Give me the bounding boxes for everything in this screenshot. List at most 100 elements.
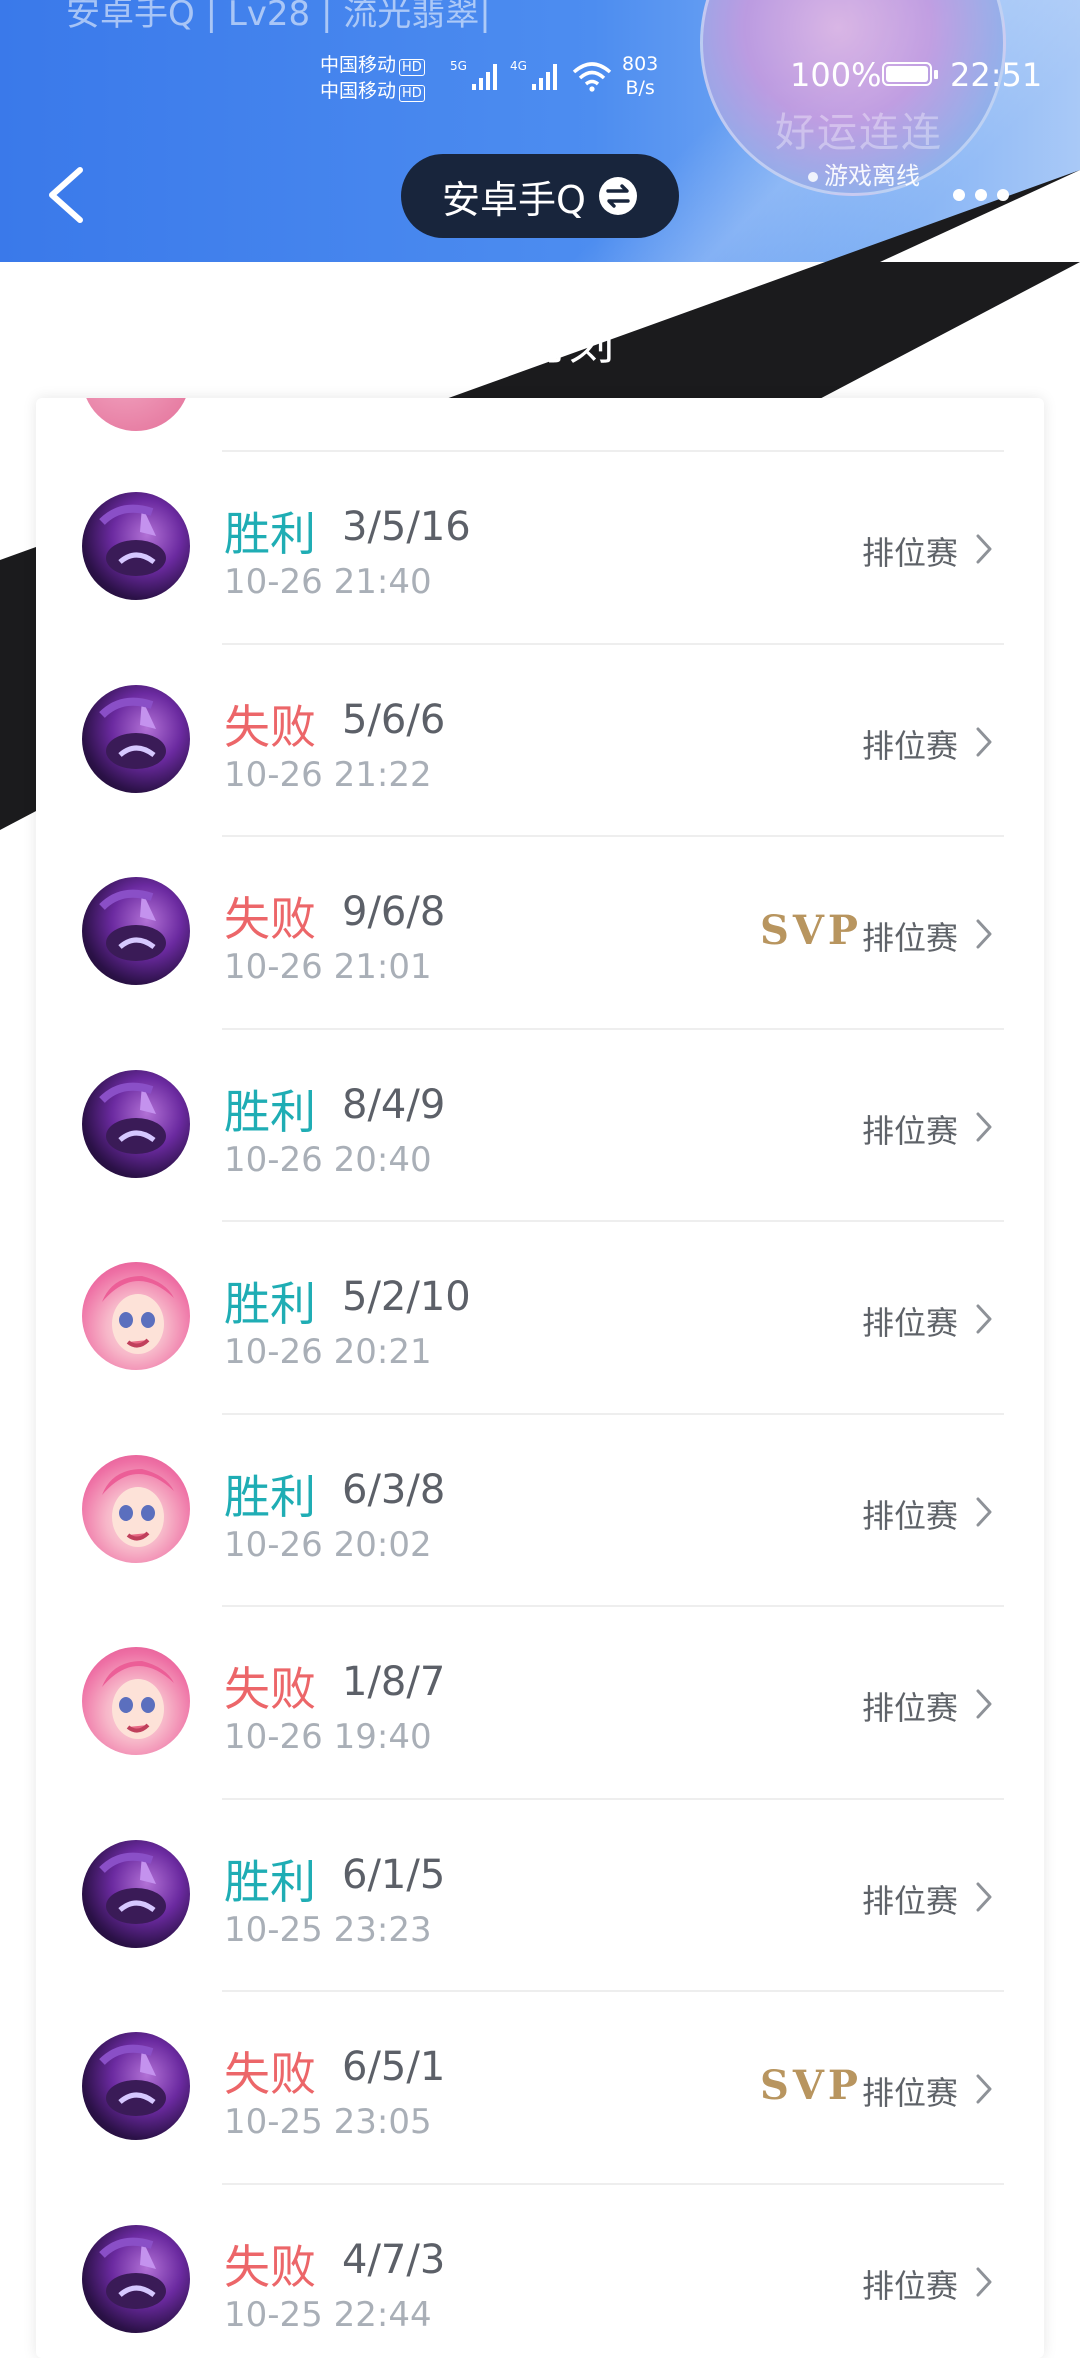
- match-row[interactable]: 胜利8/4/910-26 20:40排位赛: [36, 1028, 1044, 1220]
- tab-moments[interactable]: 时刻: [522, 307, 614, 373]
- chevron-right-icon: [974, 2072, 994, 2106]
- match-time: 10-26 21:22: [224, 755, 432, 795]
- match-mode: 排位赛: [862, 1876, 958, 1922]
- tab-record[interactable]: 战绩: [50, 307, 142, 373]
- status-time: 22:51: [950, 56, 1042, 94]
- match-result: 胜利: [224, 1268, 316, 1334]
- hero-avatar: [82, 398, 190, 431]
- match-time: 10-26 21:01: [224, 947, 432, 987]
- row-divider: [222, 1798, 1004, 1800]
- row-divider: [222, 450, 1004, 452]
- chevron-right-icon: [974, 1302, 994, 1336]
- wifi-icon: [572, 60, 612, 92]
- network-speed-unit: B/s: [622, 76, 658, 100]
- match-row[interactable]: 失败5/6/610-26 21:22排位赛: [36, 643, 1044, 835]
- tab-assets[interactable]: 资产: [366, 307, 458, 373]
- status-bar: 中国移动HD 中国移动HD 5G 4G 803 B/s 100% 22:51: [0, 0, 1080, 120]
- match-mode: 排位赛: [862, 528, 958, 574]
- match-row[interactable]: 失败6/5/110-25 23:05SVP排位赛: [36, 1990, 1044, 2182]
- match-kda: 8/4/9: [342, 1082, 445, 1128]
- carrier-info: 中国移动HD 中国移动HD: [320, 52, 425, 104]
- match-kda: 5/6/6: [342, 697, 445, 743]
- match-mode: 排位赛: [862, 2261, 958, 2307]
- row-divider: [222, 835, 1004, 837]
- network-speed-value: 803: [622, 52, 658, 76]
- hero-avatar: [82, 2032, 190, 2140]
- match-kda: 3/5/16: [342, 504, 471, 550]
- match-kda: 9/6/8: [342, 889, 445, 935]
- chevron-right-icon: [974, 917, 994, 951]
- match-list-card: 胜利3/5/1610-26 21:40排位赛失败5/6/610-26 21:22…: [36, 398, 1044, 2358]
- game-status-text: 游戏离线: [824, 162, 920, 190]
- match-result: 失败: [224, 2038, 316, 2104]
- match-result: 胜利: [224, 498, 316, 564]
- status-dot-icon: [808, 172, 818, 182]
- game-status-label: 游戏离线: [808, 156, 920, 191]
- more-dot-icon: [953, 189, 965, 201]
- row-divider: [222, 1028, 1004, 1030]
- match-kda: 6/1/5: [342, 1852, 445, 1898]
- account-name: 安卓手Q: [442, 169, 586, 224]
- hero-avatar: [82, 492, 190, 600]
- match-mode: 排位赛: [862, 721, 958, 767]
- match-mode: 排位赛: [862, 1491, 958, 1537]
- account-switch-button[interactable]: 安卓手Q: [401, 154, 679, 238]
- match-result: 失败: [224, 883, 316, 949]
- match-row[interactable]: 胜利 6/3/8 10-26 20:02 排位赛: [36, 1413, 1044, 1605]
- match-mode: 排位赛: [862, 1106, 958, 1152]
- match-result: 失败: [224, 2231, 316, 2297]
- hero-avatar: [82, 1262, 190, 1370]
- hero-avatar: [82, 1647, 190, 1755]
- match-row[interactable]: 胜利 5/2/10 10-26 20:21 排位赛: [36, 1220, 1044, 1412]
- row-divider: [222, 1220, 1004, 1222]
- chevron-right-icon: [974, 1687, 994, 1721]
- match-time: 10-26 19:40: [224, 1717, 432, 1757]
- match-result: 胜利: [224, 1461, 316, 1527]
- svp-badge: SVP: [760, 907, 862, 954]
- hero-avatar: [82, 1455, 190, 1563]
- row-divider: [222, 1413, 1004, 1415]
- row-divider: [222, 2183, 1004, 2185]
- match-time: 10-26 20:21: [224, 1332, 432, 1372]
- match-row[interactable]: 失败4/7/310-25 22:44排位赛: [36, 2183, 1044, 2358]
- match-time: 10-25 23:23: [224, 1910, 432, 1950]
- row-divider: [222, 643, 1004, 645]
- match-result: 失败: [224, 1653, 316, 1719]
- chevron-right-icon: [974, 1880, 994, 1914]
- hero-avatar: [82, 685, 190, 793]
- chevron-right-icon: [974, 1110, 994, 1144]
- match-row[interactable]: 胜利6/1/510-25 23:23排位赛: [36, 1798, 1044, 1990]
- chevron-right-icon: [974, 2265, 994, 2299]
- match-kda: 1/8/7: [342, 1659, 445, 1705]
- match-row[interactable]: 胜利3/5/1610-26 21:40排位赛: [36, 450, 1044, 642]
- match-mode: 排位赛: [862, 1683, 958, 1729]
- swap-icon: [598, 176, 638, 216]
- chevron-right-icon: [974, 725, 994, 759]
- match-time: 10-25 22:44: [224, 2295, 432, 2335]
- carrier-1-label: 中国移动: [320, 54, 396, 76]
- match-kda: 5/2/10: [342, 1274, 471, 1320]
- match-time: 10-25 23:05: [224, 2102, 432, 2142]
- match-row[interactable]: 失败9/6/810-26 21:01SVP排位赛: [36, 835, 1044, 1027]
- match-row[interactable]: 失败 1/8/7 10-26 19:40 排位赛: [36, 1605, 1044, 1797]
- hero-avatar: [82, 877, 190, 985]
- more-options-button[interactable]: [948, 175, 1014, 215]
- match-time: 10-26 20:02: [224, 1525, 432, 1565]
- back-arrow-icon[interactable]: [38, 160, 98, 230]
- signal-5g-label: 5G: [450, 59, 467, 73]
- row-divider: [222, 1990, 1004, 1992]
- carrier-2-label: 中国移动: [320, 80, 396, 102]
- signal-4g-icon: 4G: [510, 56, 566, 94]
- match-mode: 排位赛: [862, 2068, 958, 2114]
- match-kda: 6/3/8: [342, 1467, 445, 1513]
- tab-honor[interactable]: 荣誉: [210, 307, 302, 373]
- svp-badge: SVP: [760, 2062, 862, 2109]
- hd-badge: HD: [399, 59, 425, 76]
- hero-avatar: [82, 2225, 190, 2333]
- match-mode: 排位赛: [862, 1298, 958, 1344]
- signal-4g-label: 4G: [510, 59, 527, 73]
- match-time: 10-26 20:40: [224, 1140, 432, 1180]
- battery-icon: [882, 62, 932, 86]
- more-dot-icon: [975, 189, 987, 201]
- chevron-right-icon: [974, 1495, 994, 1529]
